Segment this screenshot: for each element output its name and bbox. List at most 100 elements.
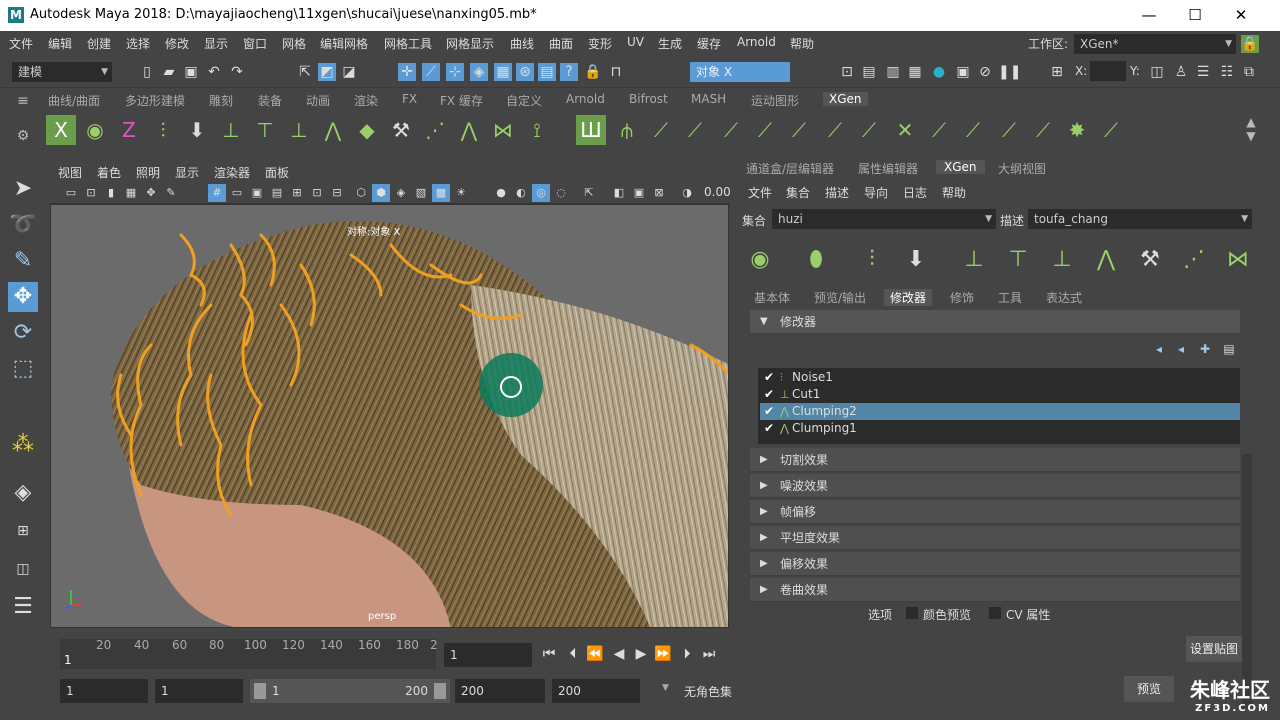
sculpt-guides-icon[interactable]: ⋀ xyxy=(318,115,348,145)
tab-poly-modeling[interactable]: 多边形建模 xyxy=(125,92,185,109)
symmetry-dropdown[interactable]: 对象 X xyxy=(690,62,790,82)
show-guides-icon[interactable]: ⊤ xyxy=(1000,242,1036,278)
grid-icon[interactable]: ▤ xyxy=(538,63,556,81)
cut-icon[interactable]: ⚒ xyxy=(1132,242,1168,278)
preview-eye-icon[interactable]: ◉ xyxy=(742,242,778,278)
groom-place-icon[interactable]: ⟋ xyxy=(646,115,676,145)
modifier-item-cut1[interactable]: ✔ ⊥ Cut1 xyxy=(760,386,1240,403)
tab-bifrost[interactable]: Bifrost xyxy=(629,92,668,106)
image-plane-icon[interactable]: ▦ xyxy=(122,184,140,202)
subtab-preview-output[interactable]: 预览/输出 xyxy=(814,289,866,306)
snap-grid-icon[interactable]: ✛ xyxy=(398,63,416,81)
xray-components-icon[interactable]: ⊠ xyxy=(650,184,668,202)
add-guide-tool-icon[interactable]: ⊥ xyxy=(216,115,246,145)
smooth-shade-icon[interactable]: ⬢ xyxy=(372,184,390,202)
menu-edit-mesh[interactable]: 编辑网格 xyxy=(320,35,368,52)
place-guide-icon[interactable]: ⬇ xyxy=(898,242,934,278)
paint-select-icon[interactable]: ✎ xyxy=(8,246,38,276)
comb-icon[interactable]: ⋰ xyxy=(1176,242,1212,278)
vp-menu-view[interactable]: 视图 xyxy=(58,164,82,181)
tab-fx-caching[interactable]: FX 缓存 xyxy=(440,92,483,109)
groom-comb-icon[interactable]: ⟋ xyxy=(680,115,710,145)
menu-mesh-display[interactable]: 网格显示 xyxy=(446,35,494,52)
cv-attr-checkbox[interactable] xyxy=(989,607,1001,619)
gate-mask-icon[interactable]: ▤ xyxy=(268,184,286,202)
lock-icon[interactable]: 🔒 xyxy=(1241,35,1259,53)
subtab-utilities[interactable]: 工具 xyxy=(998,289,1022,306)
range-handle-right[interactable] xyxy=(434,683,446,699)
comb-guides-icon[interactable]: ⋰ xyxy=(420,115,450,145)
tab-xgen[interactable]: XGen xyxy=(936,160,985,174)
menu-create[interactable]: 创建 xyxy=(87,35,111,52)
tab-curves-surfaces[interactable]: 曲线/曲面 xyxy=(48,92,100,109)
motion-blur-icon[interactable]: ◐ xyxy=(512,184,530,202)
move-tool-icon[interactable]: ✥ xyxy=(8,282,38,312)
length-guides-icon[interactable]: ⋀ xyxy=(454,115,484,145)
clump-icon[interactable]: ⋈ xyxy=(1220,242,1256,278)
workspace-dropdown[interactable]: XGen* ▼ xyxy=(1074,34,1236,54)
render-frame-icon[interactable]: ▤ xyxy=(860,63,878,81)
xray-icon[interactable]: ◧ xyxy=(610,184,628,202)
time-slider[interactable]: 1 20 40 60 80 100 120 140 160 180 2 1 ⏮ … xyxy=(50,635,730,675)
tab-custom[interactable]: 自定义 xyxy=(506,92,542,109)
field-chart-icon[interactable]: ⊞ xyxy=(288,184,306,202)
step-back-icon[interactable]: ⏴ xyxy=(564,645,582,663)
description-dropdown[interactable]: toufa_chang ▼ xyxy=(1028,209,1252,229)
scale-tool-icon[interactable]: ⬚ xyxy=(8,354,38,384)
lock-icon[interactable]: 🔒 xyxy=(584,63,602,81)
tab-rendering[interactable]: 渲染 xyxy=(354,92,378,109)
xgen-editor-icon[interactable]: X xyxy=(46,115,76,145)
set-map-button[interactable]: 设置贴图 xyxy=(1186,636,1242,662)
menu-mesh-tools[interactable]: 网格工具 xyxy=(384,35,432,52)
lasso-tool-icon[interactable]: ➰ xyxy=(8,210,38,240)
groom-length-icon[interactable]: ⟋ xyxy=(750,115,780,145)
groom-smooth-icon[interactable]: ⟋ xyxy=(784,115,814,145)
grid-toggle-icon[interactable]: # xyxy=(208,184,226,202)
place-guide-icon[interactable]: ⬇ xyxy=(182,115,212,145)
two-view-icon[interactable]: ◫ xyxy=(8,554,38,584)
menu-window[interactable]: 窗口 xyxy=(243,35,267,52)
sculpt-icon[interactable]: ⋀ xyxy=(1088,242,1124,278)
open-scene-icon[interactable]: ▰ xyxy=(160,63,178,81)
playback-start-field[interactable]: 1 xyxy=(155,679,243,703)
cut-guides-icon[interactable]: ⚒ xyxy=(386,115,416,145)
xray-joints-icon[interactable]: ▣ xyxy=(630,184,648,202)
range-slider-bar[interactable]: 1 200 xyxy=(250,679,450,703)
current-frame-field[interactable]: 1 xyxy=(444,643,532,667)
snap-vertex-icon[interactable]: ⊛ xyxy=(516,63,534,81)
transform-input-icon[interactable]: ⊞ xyxy=(1048,63,1066,81)
safe-action-icon[interactable]: ⊡ xyxy=(308,184,326,202)
menu-help[interactable]: 帮助 xyxy=(790,35,814,52)
xgen-menu-description[interactable]: 描述 xyxy=(825,184,849,201)
xgen-menu-help[interactable]: 帮助 xyxy=(942,184,966,201)
vp-menu-lighting[interactable]: 照明 xyxy=(136,164,160,181)
vp-menu-panels[interactable]: 面板 xyxy=(265,164,289,181)
safe-title-icon[interactable]: ⊟ xyxy=(328,184,346,202)
modeling-toolkit-icon[interactable]: ◫ xyxy=(1148,63,1166,81)
playback-end-field[interactable]: 200 xyxy=(455,679,545,703)
checkbox[interactable]: ✔ xyxy=(764,369,774,386)
tab-rigging[interactable]: 装备 xyxy=(258,92,282,109)
gear-icon[interactable]: ⚙ xyxy=(14,127,32,145)
select-hierarchy-icon[interactable]: ⇱ xyxy=(296,63,314,81)
exposure-icon[interactable]: ◑ xyxy=(678,184,696,202)
select-tool-icon[interactable]: ➤ xyxy=(8,174,38,204)
xgen-tool-icon[interactable]: ⁂ xyxy=(8,430,38,460)
resolution-gate-icon[interactable]: ▣ xyxy=(248,184,266,202)
groom-noise-icon[interactable]: ✕ xyxy=(890,115,920,145)
add-modifier-icon[interactable]: ✚ xyxy=(1196,340,1214,358)
pause-icon[interactable]: ❚❚ xyxy=(998,63,1021,81)
modifier-item-clumping1[interactable]: ✔ ⋀ Clumping1 xyxy=(760,420,1240,437)
isolate-select-icon[interactable]: ⇱ xyxy=(580,184,598,202)
render-view-icon[interactable]: ⊡ xyxy=(838,63,856,81)
render-settings-icon[interactable]: ▦ xyxy=(906,63,924,81)
move-up-icon[interactable]: ◂ xyxy=(1150,340,1168,358)
tab-outliner[interactable]: 大纲视图 xyxy=(998,160,1046,177)
textured-icon[interactable]: ▧ xyxy=(412,184,430,202)
groom-part-icon[interactable]: ⟋ xyxy=(854,115,884,145)
guide-tool-icon[interactable]: ⊥ xyxy=(956,242,992,278)
shelf-menu-icon[interactable]: ≡ xyxy=(14,92,32,110)
tab-channel-box[interactable]: 通道盒/层编辑器 xyxy=(746,160,834,177)
menu-surfaces[interactable]: 曲面 xyxy=(549,35,573,52)
snap-curve-icon[interactable]: ⟋ xyxy=(422,63,440,81)
